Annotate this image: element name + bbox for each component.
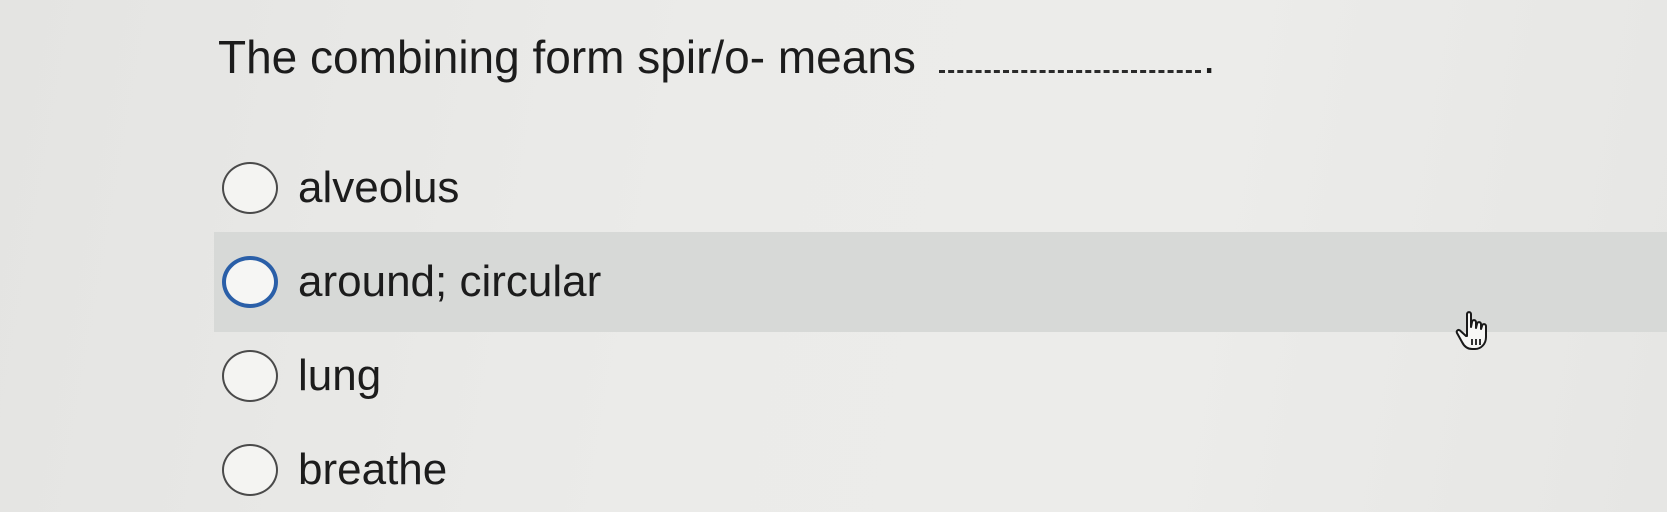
answer-blank: [938, 22, 1201, 73]
option-around-circular[interactable]: around; circular: [214, 232, 1667, 332]
radio-button[interactable]: [222, 162, 278, 214]
radio-button[interactable]: [222, 444, 278, 496]
question-period: .: [1202, 31, 1216, 83]
option-lung[interactable]: lung: [214, 326, 381, 426]
radio-button[interactable]: [222, 256, 278, 308]
option-alveolus[interactable]: alveolus: [214, 138, 459, 238]
question-prompt: The combining form spir/o- means: [218, 31, 916, 83]
option-label: alveolus: [298, 163, 460, 212]
option-label: around; circular: [298, 257, 602, 306]
option-label: lung: [298, 351, 382, 400]
radio-button[interactable]: [222, 350, 278, 402]
option-breathe[interactable]: breathe: [214, 420, 447, 512]
option-label: breathe: [298, 445, 448, 494]
question-text: The combining form spir/o- means .: [218, 22, 1216, 89]
hand-pointer-icon: [1455, 311, 1487, 350]
